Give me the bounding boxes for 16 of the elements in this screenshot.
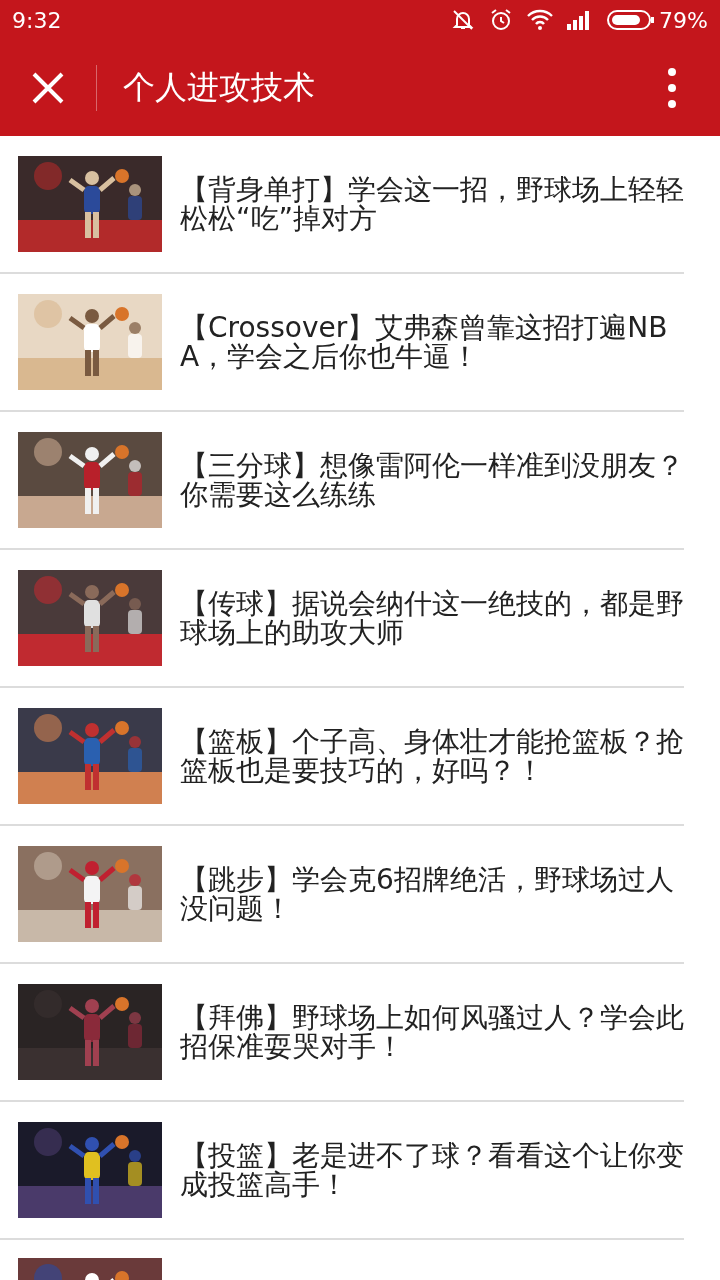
battery-percentage: 79% [659, 7, 708, 33]
page-title: 个人进攻技术 [123, 67, 316, 108]
article-title[interactable]: 【投篮】老是进不了球？看看这个让你变成投篮高手！ [180, 1141, 684, 1199]
article-title[interactable]: 【篮板】个子高、身体壮才能抢篮板？抢篮板也是要技巧的，好吗？！ [180, 727, 684, 785]
close-icon [31, 71, 65, 105]
status-time: 9:32 [12, 7, 62, 33]
article-title[interactable]: 【三分球】想像雷阿伦一样准到没朋友？你需要这么练练 [180, 451, 684, 509]
muted-bell-icon [451, 8, 476, 32]
battery-icon [607, 9, 656, 31]
more-icon [668, 68, 676, 108]
article-title[interactable]: 【跳步】学会克6招牌绝活，野球场过人没问题！ [180, 865, 684, 923]
article-title[interactable]: 【Crossover】艾弗森曾靠这招打遍NBA，学会之后你也牛逼！ [180, 313, 684, 371]
article-title[interactable]: 【传球】据说会纳什这一绝技的，都是野球场上的助攻大师 [180, 589, 684, 647]
article-title[interactable]: 【背身单打】学会这一招，野球场上轻轻松松“吃”掉对方 [180, 175, 684, 233]
article-title[interactable]: 【拜佛】野球场上如何风骚过人？学会此招保准耍哭对手！ [180, 1003, 684, 1061]
wifi-icon [527, 9, 554, 31]
